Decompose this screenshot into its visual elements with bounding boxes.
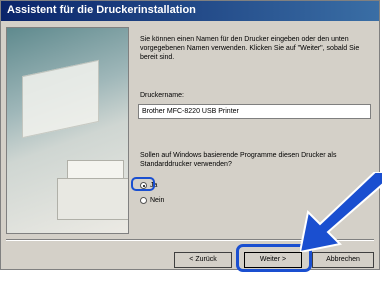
radio-no[interactable] (140, 197, 147, 204)
wizard-illustration (6, 27, 129, 234)
option-yes-highlight (131, 177, 155, 191)
option-no[interactable]: Nein (140, 197, 164, 204)
pointer-arrow-icon (300, 172, 383, 252)
cancel-button[interactable]: Abbrechen (312, 252, 374, 268)
paper-graphic (22, 59, 99, 139)
printer-graphic (57, 178, 128, 220)
title-bar: Assistent für die Druckerinstallation (1, 1, 379, 21)
window-title: Assistent für die Druckerinstallation (7, 4, 196, 16)
back-button[interactable]: < Zurück (174, 252, 232, 268)
intro-text: Sie können einen Namen für den Drucker e… (140, 36, 360, 61)
printer-name-input[interactable]: Brother MFC-8220 USB Printer (138, 104, 371, 119)
default-printer-question: Sollen auf Windows basierende Programme … (140, 152, 337, 168)
option-no-label: Nein (150, 197, 165, 204)
printer-name-label: Druckername: (140, 92, 184, 99)
